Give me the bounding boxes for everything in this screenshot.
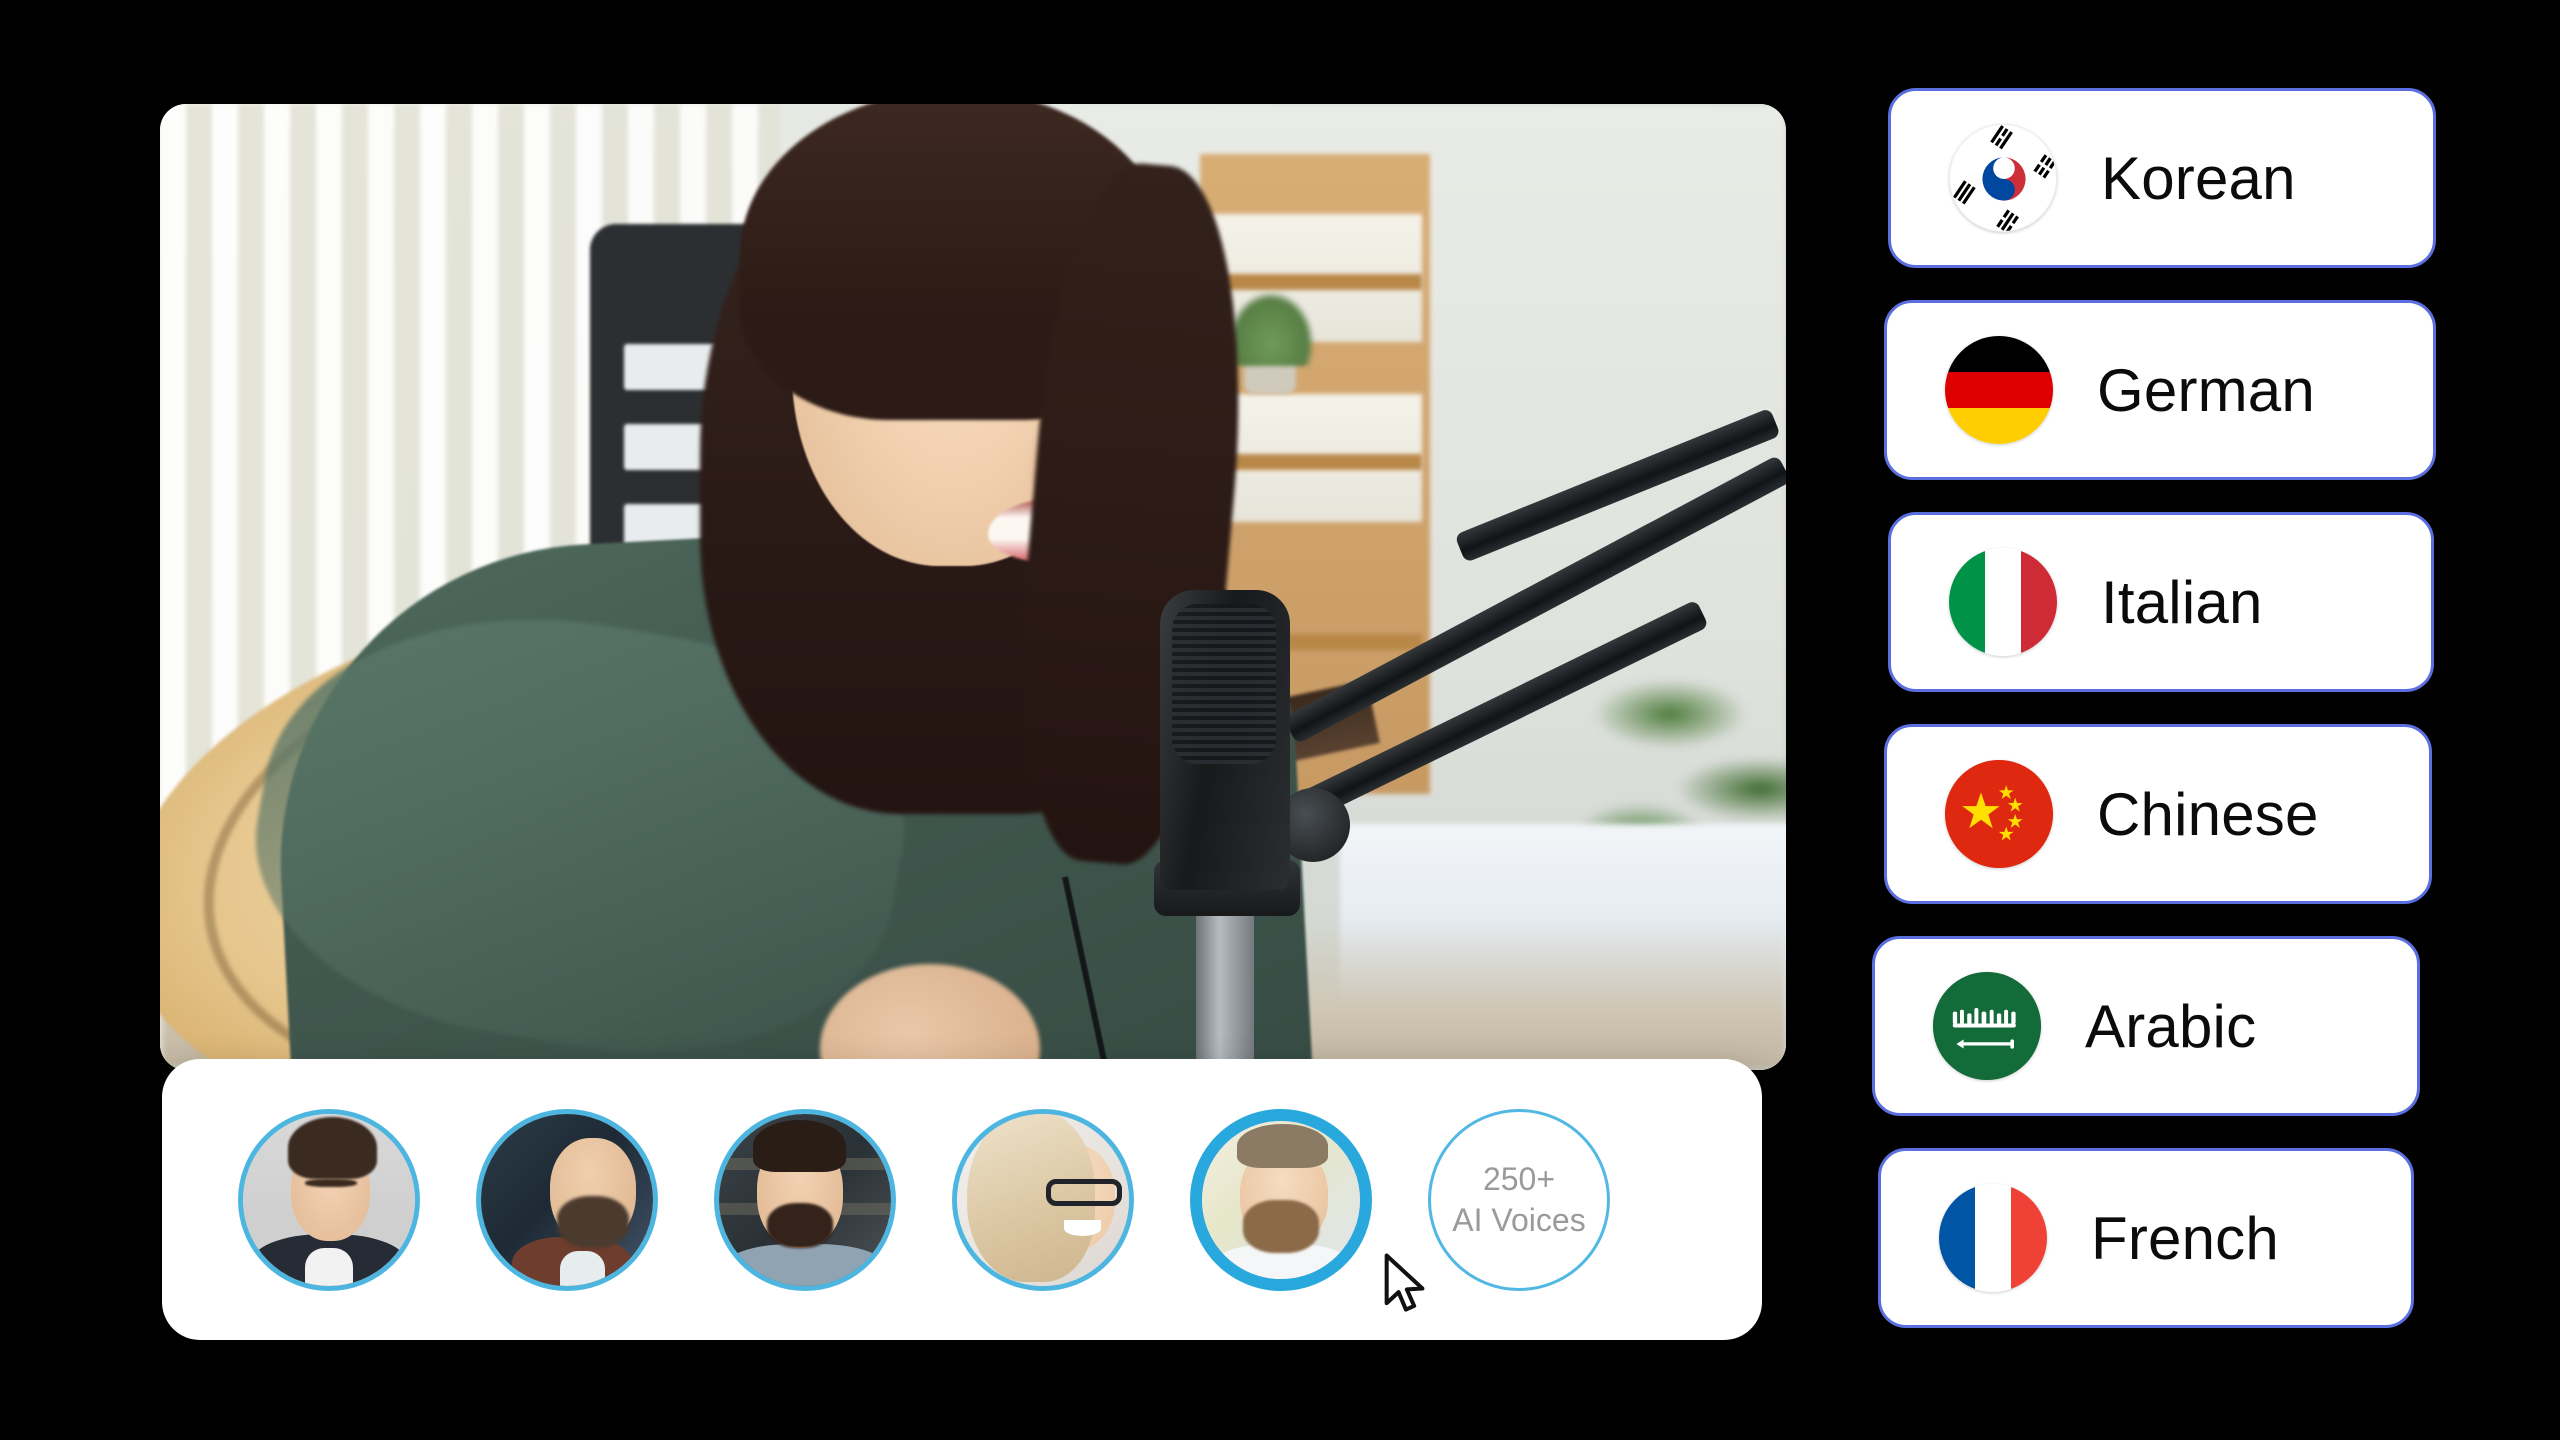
flag-china-icon	[1945, 760, 2053, 868]
voice-avatar-1-image	[243, 1113, 415, 1286]
voice-avatar-3[interactable]	[714, 1108, 896, 1291]
language-card-korean[interactable]: Korean	[1888, 88, 2436, 268]
voice-avatar-4[interactable]	[952, 1108, 1134, 1291]
flag-saudi-arabia-icon	[1933, 972, 2041, 1080]
flag-italy-icon	[1949, 548, 2057, 656]
language-card-italian[interactable]: Italian	[1888, 512, 2434, 692]
flag-south-korea-icon	[1949, 124, 2057, 232]
language-label: Arabic	[2085, 992, 2257, 1060]
more-voices-count: 250+	[1482, 1160, 1556, 1197]
language-label: Korean	[2101, 144, 2296, 212]
flag-france-icon	[1939, 1184, 2047, 1292]
shelf-board	[1208, 454, 1422, 470]
shelf-board	[1208, 274, 1422, 290]
voice-avatar-5[interactable]	[1190, 1108, 1372, 1291]
language-label: German	[2097, 356, 2315, 424]
shelf-plant	[1228, 292, 1314, 366]
voice-avatar-3-image	[719, 1113, 891, 1286]
video-preview-panel[interactable]	[160, 104, 1786, 1070]
language-card-german[interactable]: German	[1884, 300, 2436, 480]
language-card-chinese[interactable]: Chinese	[1884, 724, 2432, 904]
voice-avatar-1[interactable]	[238, 1108, 420, 1291]
video-scene	[160, 104, 1786, 1070]
language-card-arabic[interactable]: Arabic	[1872, 936, 2420, 1116]
voice-avatar-5-image	[1202, 1120, 1360, 1279]
language-label: French	[2091, 1204, 2279, 1272]
voice-selector-bar: 250+ AI Voices	[162, 1059, 1762, 1340]
voice-avatar-2[interactable]	[476, 1108, 658, 1291]
voice-avatar-2-image	[481, 1113, 653, 1286]
microphone-grille	[1172, 604, 1276, 764]
language-list: Korean German Italian Chinese Arabic Fre…	[1860, 88, 2460, 1378]
screen-root: 250+ AI Voices Korean German Italian Chi…	[0, 0, 2560, 1440]
voice-avatar-4-image	[957, 1113, 1129, 1286]
more-voices-caption: AI Voices	[1452, 1201, 1586, 1238]
person-head	[680, 104, 1263, 872]
flag-germany-icon	[1945, 336, 2053, 444]
language-label: Italian	[2101, 568, 2263, 636]
language-card-french[interactable]: French	[1878, 1148, 2414, 1328]
more-ai-voices-button[interactable]: 250+ AI Voices	[1428, 1108, 1610, 1291]
language-label: Chinese	[2097, 780, 2319, 848]
